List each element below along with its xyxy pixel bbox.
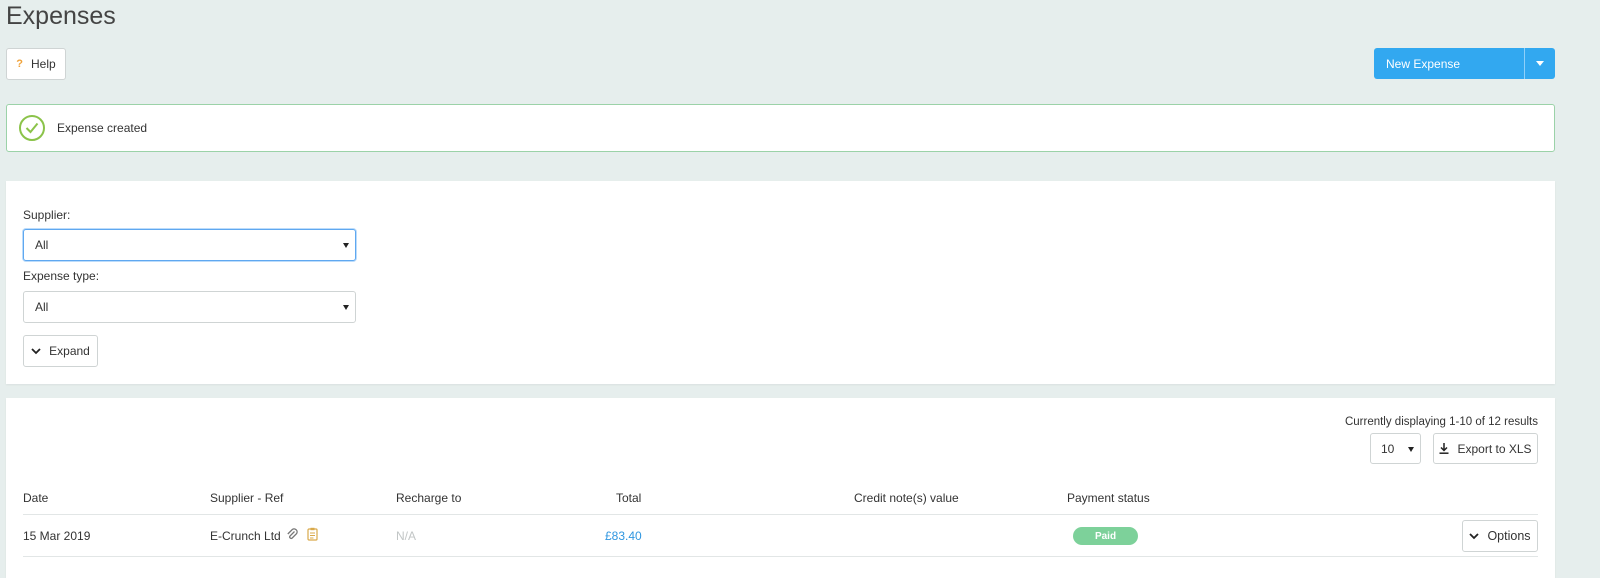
check-circle-icon (19, 115, 45, 141)
row-recharge: N/A (396, 529, 417, 543)
column-header-date[interactable]: Date (23, 491, 48, 505)
paperclip-icon[interactable] (286, 528, 298, 541)
column-header-total[interactable]: Total (616, 491, 641, 505)
options-button[interactable]: Options (1462, 520, 1538, 552)
expand-label: Expand (49, 344, 90, 358)
success-alert: Expense created (6, 104, 1555, 152)
supplier-select-value: All (35, 238, 49, 252)
options-label: Options (1487, 529, 1531, 543)
new-expense-split-button: New Expense (1374, 48, 1555, 79)
clipboard-icon[interactable] (307, 527, 318, 541)
new-expense-dropdown-toggle[interactable] (1524, 48, 1555, 79)
table-row-divider (23, 556, 1538, 557)
filters-panel: Supplier: All Expense type: All Expand (6, 181, 1555, 384)
expense-type-select-value: All (35, 300, 49, 314)
help-label: Help (31, 57, 56, 71)
supplier-select[interactable]: All (23, 229, 356, 261)
expense-type-select[interactable]: All (23, 291, 356, 323)
chevron-down-icon (1469, 532, 1480, 540)
row-date: 15 Mar 2019 (23, 529, 91, 543)
column-header-supplier[interactable]: Supplier - Ref (210, 491, 283, 505)
column-header-recharge[interactable]: Recharge to (396, 491, 461, 505)
supplier-label: Supplier: (23, 208, 71, 222)
caret-down-icon (343, 243, 349, 248)
table-header-divider (23, 514, 1538, 515)
expand-button[interactable]: Expand (23, 335, 98, 367)
export-label: Export to XLS (1457, 441, 1532, 456)
help-button[interactable]: ? Help (6, 48, 66, 80)
status-badge: Paid (1073, 527, 1138, 545)
caret-down-icon (343, 305, 349, 310)
caret-down-icon (1408, 447, 1414, 452)
new-expense-label: New Expense (1386, 56, 1461, 71)
page-title: Expenses (6, 2, 116, 30)
row-supplier: E-Crunch Ltd (210, 529, 281, 543)
alert-message: Expense created (57, 121, 148, 135)
expense-type-label: Expense type: (23, 269, 100, 283)
results-panel: Currently displaying 1-10 of 12 results … (6, 398, 1555, 578)
download-icon (1439, 443, 1449, 454)
per-page-select[interactable]: 10 (1370, 433, 1421, 464)
per-page-value: 10 (1381, 441, 1395, 456)
question-mark-icon: ? (16, 58, 24, 70)
results-count: Currently displaying 1-10 of 12 results (1344, 416, 1538, 428)
chevron-down-icon (31, 347, 41, 355)
new-expense-button[interactable]: New Expense (1374, 48, 1524, 79)
export-xls-button[interactable]: Export to XLS (1433, 433, 1538, 464)
column-header-payment-status[interactable]: Payment status (1067, 491, 1150, 505)
caret-down-icon (1536, 61, 1544, 66)
row-total-link[interactable]: £83.40 (605, 529, 642, 543)
column-header-credit-note[interactable]: Credit note(s) value (854, 491, 959, 505)
